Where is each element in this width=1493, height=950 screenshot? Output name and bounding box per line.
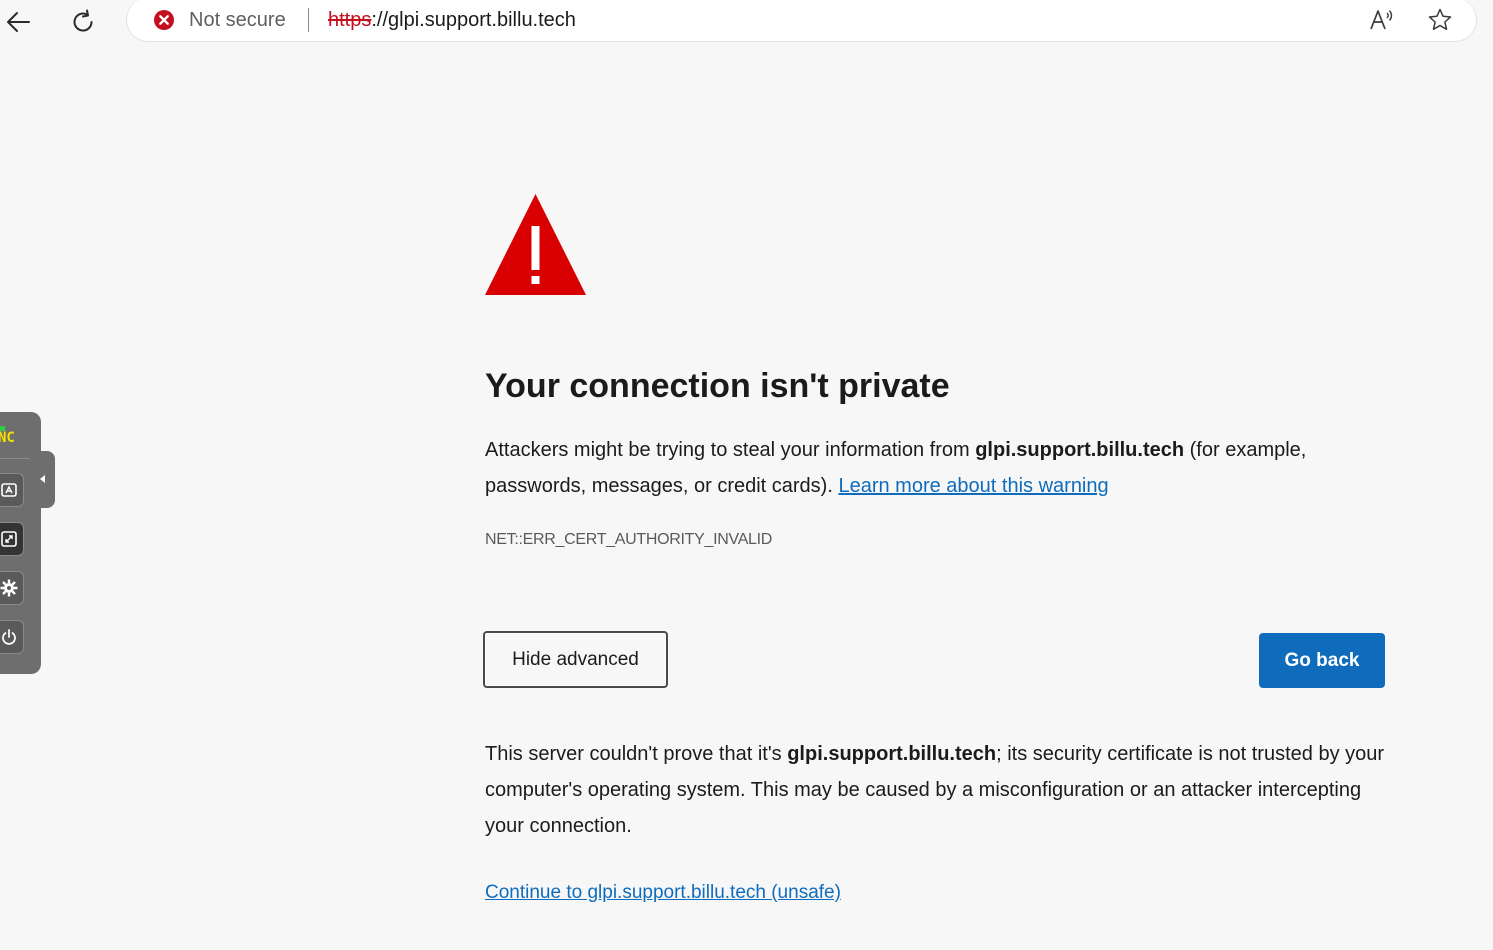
vnc-keyboard-button[interactable] <box>0 473 24 507</box>
vnc-fullscreen-button[interactable] <box>0 522 24 556</box>
read-aloud-icon <box>1370 10 1393 30</box>
power-icon <box>1 629 16 645</box>
vnc-settings-button[interactable] <box>0 571 24 605</box>
warning-description: Attackers might be trying to steal your … <box>485 432 1385 504</box>
details-text: This server couldn't prove that it's <box>485 743 788 765</box>
vnc-logo: NC <box>0 426 30 450</box>
details-host: glpi.support.billu.tech <box>787 743 997 765</box>
error-code: NET::ERR_CERT_AUTHORITY_INVALID <box>485 531 773 548</box>
reload-icon <box>73 9 93 32</box>
keyboard-icon <box>0 483 17 497</box>
collapse-arrow-icon <box>40 475 45 483</box>
learn-more-link[interactable]: Learn more about this warning <box>838 475 1108 497</box>
vnc-divider <box>0 458 30 459</box>
settings-icon <box>0 579 17 597</box>
read-aloud-button[interactable] <box>1367 6 1397 34</box>
description-text: Attackers might be trying to steal your … <box>485 439 976 461</box>
vnc-logo-dot <box>0 426 5 431</box>
star-icon <box>1428 8 1452 31</box>
address-divider <box>308 8 309 32</box>
url-host: ://glpi.support.billu.tech <box>371 9 576 31</box>
page-title: Your connection isn't private <box>485 367 950 405</box>
back-button[interactable] <box>0 4 36 40</box>
arrow-left-icon <box>7 12 30 32</box>
vnc-logo-text: NC <box>0 430 15 446</box>
vnc-panel-toggle-handle[interactable] <box>34 451 55 508</box>
description-host: glpi.support.billu.tech <box>975 439 1185 461</box>
hide-advanced-button[interactable]: Hide advanced <box>483 631 668 688</box>
warning-triangle-icon <box>485 194 586 295</box>
advanced-details: This server couldn't prove that it's glp… <box>485 736 1395 844</box>
continue-unsafe-link[interactable]: Continue to glpi.support.billu.tech (uns… <box>485 880 841 906</box>
fullscreen-icon <box>0 531 17 547</box>
browser-toolbar: Not secure https://glpi.support.billu.te… <box>0 0 1493 44</box>
favorite-button[interactable] <box>1425 6 1455 34</box>
error-x-circle-icon[interactable] <box>153 9 175 31</box>
address-bar[interactable]: Not secure https://glpi.support.billu.te… <box>126 0 1477 42</box>
security-status-label[interactable]: Not secure <box>189 9 286 31</box>
url-scheme: https <box>328 9 372 31</box>
go-back-button[interactable]: Go back <box>1259 633 1385 688</box>
reload-button[interactable] <box>65 4 101 40</box>
url-text[interactable]: https://glpi.support.billu.tech <box>328 9 576 31</box>
vnc-power-button[interactable] <box>0 620 24 654</box>
